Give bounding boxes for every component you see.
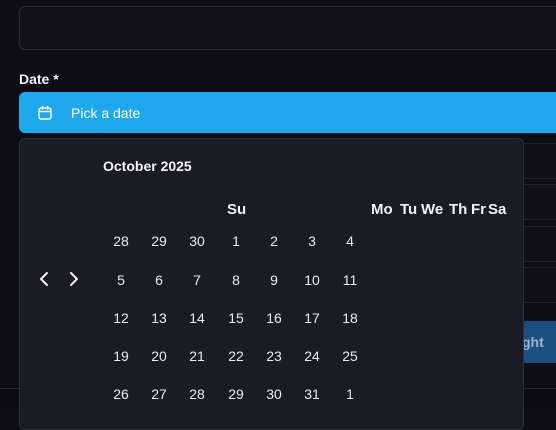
day-cell[interactable]: 15 [219, 305, 253, 331]
day-cell[interactable]: 5 [104, 267, 138, 293]
date-picker-trigger[interactable]: Pick a date [19, 92, 556, 133]
weekday-header: We [421, 201, 444, 218]
day-cell[interactable]: 31 [295, 381, 329, 407]
chevron-left-icon [38, 271, 50, 292]
day-cell[interactable]: 4 [333, 228, 367, 254]
day-cell[interactable]: 28 [180, 381, 214, 407]
day-cell[interactable]: 26 [104, 381, 138, 407]
background-field [520, 184, 556, 220]
weekday-header: Sa [488, 201, 507, 218]
day-cell[interactable]: 3 [295, 228, 329, 254]
day-cell[interactable]: 29 [219, 381, 253, 407]
day-cell[interactable]: 21 [180, 343, 214, 369]
prev-month-button[interactable] [36, 271, 52, 291]
weekday-header: Su [227, 201, 247, 218]
calendar-icon [37, 105, 53, 121]
day-cell[interactable]: 30 [257, 381, 291, 407]
weekday-header: Mo [371, 201, 393, 218]
background-field [520, 267, 556, 303]
date-label: Date * [19, 71, 59, 87]
day-cell[interactable]: 16 [257, 305, 291, 331]
next-month-button[interactable] [66, 271, 82, 291]
date-placeholder: Pick a date [71, 104, 141, 121]
day-cell[interactable]: 10 [295, 267, 329, 293]
day-cell[interactable]: 17 [295, 305, 329, 331]
day-cell[interactable]: 14 [180, 305, 214, 331]
day-cell[interactable]: 2 [257, 228, 291, 254]
day-cell[interactable]: 11 [333, 267, 367, 293]
previous-text-field[interactable] [19, 6, 556, 50]
background-submit-button[interactable]: ght [520, 321, 556, 363]
day-cell[interactable]: 1 [219, 228, 253, 254]
day-cell[interactable]: 8 [219, 267, 253, 293]
day-cell[interactable]: 22 [219, 343, 253, 369]
background-field [520, 226, 556, 262]
day-cell[interactable]: 29 [142, 228, 176, 254]
day-cell[interactable]: 1 [333, 381, 367, 407]
day-cell[interactable]: 20 [142, 343, 176, 369]
day-cell[interactable]: 30 [180, 228, 214, 254]
day-cell[interactable]: 13 [142, 305, 176, 331]
day-cell[interactable]: 25 [333, 343, 367, 369]
month-caption: October 2025 [103, 158, 192, 174]
day-cell[interactable]: 28 [104, 228, 138, 254]
weekday-header: Tu [400, 201, 418, 218]
day-cell[interactable]: 27 [142, 381, 176, 407]
day-cell[interactable]: 23 [257, 343, 291, 369]
day-cell[interactable]: 7 [180, 267, 214, 293]
weekday-header: Th [449, 201, 468, 218]
day-cell[interactable]: 12 [104, 305, 138, 331]
weekday-header: Fr [471, 201, 486, 218]
chevron-right-icon [68, 271, 80, 292]
background-button-label: ght [522, 334, 544, 350]
day-cell[interactable]: 19 [104, 343, 138, 369]
background-field [520, 143, 556, 179]
day-cell[interactable]: 24 [295, 343, 329, 369]
day-cell[interactable]: 18 [333, 305, 367, 331]
calendar-popover: October 2025 Su Mo Tu We Th Fr Sa 28 29 … [19, 138, 524, 430]
day-cell[interactable]: 9 [257, 267, 291, 293]
day-cell[interactable]: 6 [142, 267, 176, 293]
